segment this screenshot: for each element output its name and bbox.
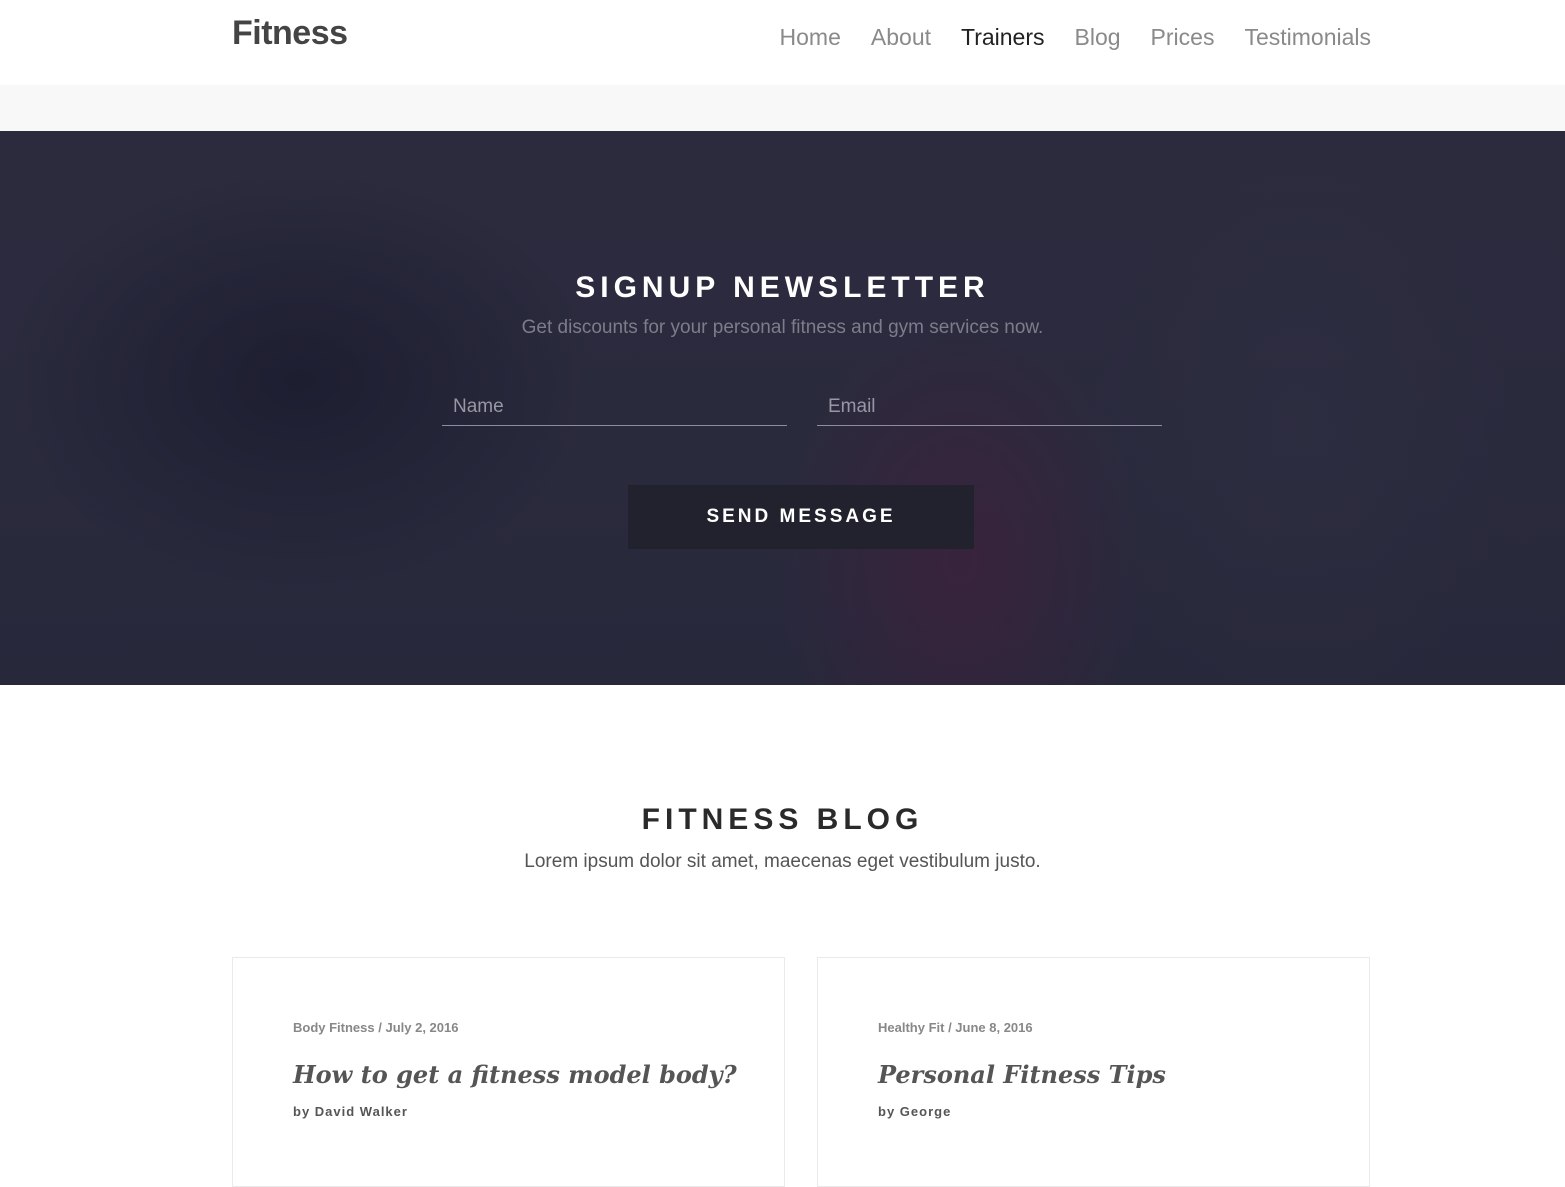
- blog-card[interactable]: Healthy Fit / June 8, 2016 Personal Fitn…: [817, 957, 1370, 1187]
- nav-item-testimonials[interactable]: Testimonials: [1244, 24, 1371, 51]
- site-header: Fitness Home About Trainers Blog Prices …: [0, 0, 1565, 85]
- post-meta: Body Fitness / July 2, 2016: [293, 1020, 459, 1035]
- nav-item-about[interactable]: About: [871, 24, 931, 51]
- post-meta: Healthy Fit / June 8, 2016: [878, 1020, 1033, 1035]
- post-title[interactable]: Personal Fitness Tips: [878, 1060, 1166, 1089]
- site-logo[interactable]: Fitness: [232, 14, 348, 53]
- blog-card[interactable]: Body Fitness / July 2, 2016 How to get a…: [232, 957, 785, 1187]
- newsletter-subtitle: Get discounts for your personal fitness …: [521, 317, 1044, 338]
- post-author: by David Walker: [293, 1104, 408, 1119]
- nav-item-prices[interactable]: Prices: [1151, 24, 1215, 51]
- header-subbar: [0, 85, 1565, 131]
- newsletter-section: SIGNUP NEWSLETTER Get discounts for your…: [0, 131, 1565, 685]
- main-nav: Home About Trainers Blog Prices Testimon…: [780, 24, 1371, 51]
- nav-item-trainers[interactable]: Trainers: [961, 24, 1045, 51]
- post-author: by George: [878, 1104, 952, 1119]
- name-input[interactable]: [442, 389, 787, 425]
- nav-item-blog[interactable]: Blog: [1075, 24, 1121, 51]
- email-field: [817, 389, 1162, 426]
- nav-item-home[interactable]: Home: [780, 24, 841, 51]
- newsletter-title: SIGNUP NEWSLETTER: [575, 271, 990, 304]
- name-field: [442, 389, 787, 426]
- post-title[interactable]: How to get a fitness model body?: [293, 1060, 737, 1089]
- send-message-button[interactable]: SEND MESSAGE: [628, 485, 974, 549]
- blog-title: FITNESS BLOG: [641, 803, 924, 836]
- blog-subtitle: Lorem ipsum dolor sit amet, maecenas ege…: [524, 851, 1041, 872]
- email-input[interactable]: [817, 389, 1162, 425]
- blog-section: FITNESS BLOG Lorem ipsum dolor sit amet,…: [0, 685, 1565, 1187]
